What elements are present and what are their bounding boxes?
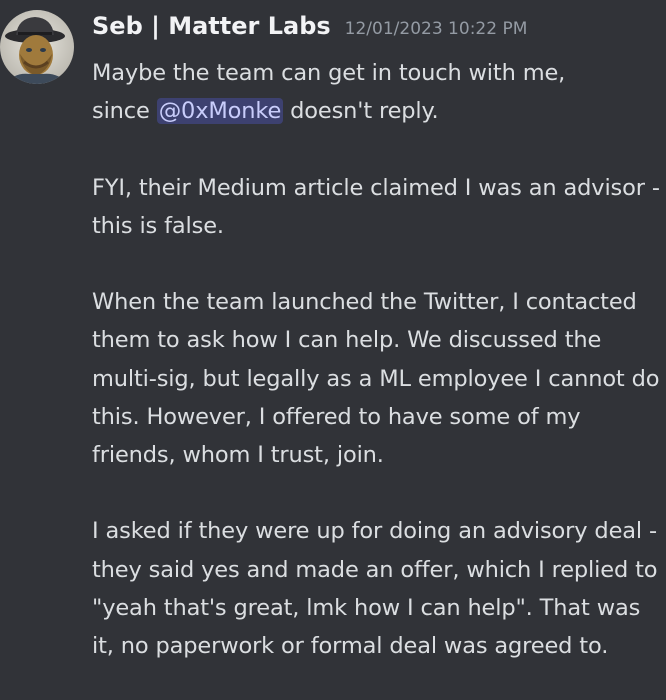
- message-paragraph-2: FYI, their Medium article claimed I was …: [92, 174, 660, 239]
- message-text: doesn't reply.: [283, 98, 439, 125]
- message-paragraph-1: Maybe the team can get in touch with me,…: [92, 54, 660, 130]
- message-paragraph-4: I asked if they were up for doing an adv…: [92, 518, 658, 659]
- timestamp[interactable]: 12/01/2023 10:22 PM: [345, 19, 528, 39]
- message-text: Maybe the team can get in touch with me,: [92, 60, 566, 86]
- username[interactable]: Seb | Matter Labs: [92, 12, 331, 40]
- user-mention[interactable]: @0xMonke: [156, 98, 284, 125]
- message-content: Maybe the team can get in touch with me,…: [92, 54, 660, 665]
- avatar-icon: [0, 10, 74, 84]
- user-avatar[interactable]: [0, 10, 74, 84]
- chat-message: Seb | Matter Labs 12/01/2023 10:22 PM Ma…: [0, 0, 666, 700]
- message-text: since: [92, 98, 157, 125]
- message-paragraph-3: When the team launched the Twitter, I co…: [92, 289, 660, 468]
- message-header: Seb | Matter Labs 12/01/2023 10:22 PM: [92, 12, 527, 48]
